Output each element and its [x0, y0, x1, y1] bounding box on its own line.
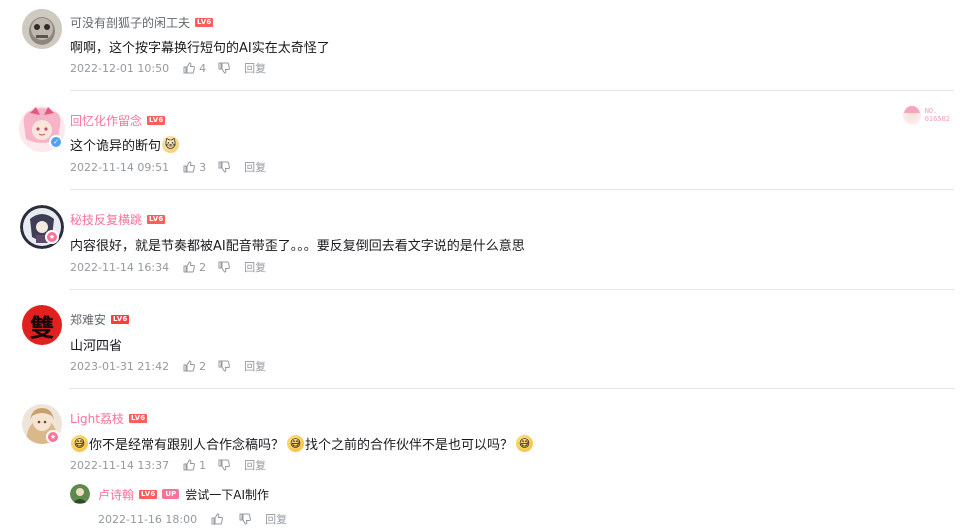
divider: [70, 388, 954, 389]
comment-info: 2022-11-14 16:34 2 回复: [70, 259, 266, 275]
fan-card[interactable]: NO. 016582: [901, 104, 950, 126]
sub-reply-info: 2022-11-16 18:00 回复: [98, 511, 287, 527]
username[interactable]: 郑难安: [70, 311, 106, 328]
username[interactable]: Light荔枝: [70, 410, 124, 427]
thumbs-down-icon: [218, 459, 231, 471]
thumbs-up-icon: [183, 360, 196, 372]
username[interactable]: 回忆化作留念: [70, 112, 142, 129]
level-badge: LV6: [195, 17, 214, 27]
comment-header: 秘技反复横跳 LV6: [70, 211, 166, 228]
reply-button[interactable]: 回复: [265, 511, 287, 527]
thumbs-down-icon: [218, 261, 231, 273]
comment-header: 回忆化作留念 LV6: [70, 112, 166, 129]
like-button[interactable]: 2: [183, 360, 206, 373]
comment-text: 😅 你不是经常有跟别人合作念稿吗？ 😅 找个之前的合作伙伴不是也可以吗？ 😅: [70, 434, 534, 453]
divider: [70, 189, 954, 190]
avatar-character: 雙: [30, 312, 54, 342]
avatar[interactable]: 雙: [22, 305, 62, 345]
user-badge-icon: ★: [45, 230, 59, 244]
comment-text-part1: 你不是经常有跟别人合作念稿吗？: [89, 438, 285, 453]
dislike-button[interactable]: [218, 62, 231, 74]
avatar[interactable]: [70, 484, 90, 504]
like-button[interactable]: 3: [183, 161, 206, 174]
emoji-face-icon: 😅: [287, 435, 305, 452]
thumbs-up-icon: [183, 261, 196, 273]
thumbs-up-icon: [183, 459, 196, 471]
level-badge: LV6: [128, 413, 148, 423]
like-count: 2: [199, 260, 207, 274]
comment-time: 2022-11-14 09:51: [70, 160, 170, 174]
fan-card-avatar-icon: [902, 106, 921, 124]
comment-time: 2022-11-16 18:00: [98, 512, 198, 526]
reply-button[interactable]: 回复: [244, 457, 266, 473]
sub-reply-header: 卢诗翰 LV6 UP 尝试一下AI制作: [98, 486, 269, 502]
thumbs-down-icon: [239, 513, 252, 525]
like-button[interactable]: 4: [183, 62, 206, 75]
dislike-button[interactable]: [218, 261, 231, 273]
comment-header: 可没有剖狐子的闲工夫 LV6: [70, 14, 214, 31]
fan-number-label: NO.: [924, 107, 938, 115]
comment-text: 内容很好，就是节奏都被AI配音带歪了。。。要反复倒回去看文字说的是什么意思: [70, 239, 525, 254]
divider: [70, 289, 954, 290]
up-badge: UP: [162, 489, 180, 499]
user-badge-icon: ★: [46, 430, 60, 444]
like-button[interactable]: [211, 513, 227, 525]
reply-button[interactable]: 回复: [244, 159, 266, 175]
dislike-button[interactable]: [218, 459, 231, 471]
reply-button[interactable]: 回复: [244, 60, 266, 76]
like-button[interactable]: 2: [183, 261, 206, 274]
comment-text-body: 这个诡异的断句: [70, 139, 162, 154]
comment-text: 这个诡异的断句 🐱: [70, 135, 180, 154]
thumbs-down-icon: [218, 62, 231, 74]
dislike-button[interactable]: [239, 513, 252, 525]
level-badge: LV6: [147, 115, 166, 125]
fan-number: 016582: [924, 115, 950, 123]
thumbs-down-icon: [218, 360, 231, 372]
comment-text-part2: 找个之前的合作伙伴不是也可以吗？: [305, 438, 514, 453]
thumbs-down-icon: [218, 161, 231, 173]
comment-text: 啊啊，这个按字幕换行短句的AI实在太奇怪了: [70, 41, 330, 56]
comment-time: 2023-01-31 21:42: [70, 359, 170, 373]
comment-info: 2022-11-14 13:37 1 回复: [70, 457, 266, 473]
comment-info: 2023-01-31 21:42 2 回复: [70, 358, 266, 374]
comment-info: 2022-12-01 10:50 4 回复: [70, 60, 266, 76]
comment-time: 2022-12-01 10:50: [70, 61, 170, 75]
sub-reply-text: 尝试一下AI制作: [185, 487, 269, 502]
like-count: 3: [199, 160, 207, 174]
comment-time: 2022-11-14 16:34: [70, 260, 170, 274]
reply-button[interactable]: 回复: [244, 358, 266, 374]
verified-badge-icon: ✓: [49, 135, 63, 149]
like-count: 1: [199, 458, 207, 472]
comment-text: 山河四省: [70, 339, 123, 354]
dislike-button[interactable]: [218, 161, 231, 173]
avatar[interactable]: [20, 205, 64, 249]
emoji-face-icon: 🐱: [162, 136, 180, 153]
emoji-face-icon: 😅: [71, 435, 88, 452]
comment-time: 2022-11-14 13:37: [70, 458, 170, 472]
reply-button[interactable]: 回复: [244, 259, 266, 275]
thumbs-up-icon: [211, 513, 224, 525]
thumbs-up-icon: [183, 62, 196, 74]
username[interactable]: 卢诗翰: [98, 486, 134, 503]
username[interactable]: 秘技反复横跳: [70, 211, 142, 228]
comment-info: 2022-11-14 09:51 3 回复: [70, 159, 266, 175]
username[interactable]: 可没有剖狐子的闲工夫: [70, 14, 190, 31]
level-badge: LV6: [139, 489, 158, 499]
level-badge: LV6: [147, 214, 166, 224]
divider: [70, 90, 954, 91]
emoji-face-icon: 😅: [516, 435, 534, 452]
comment-header: Light荔枝 LV6: [70, 410, 148, 427]
comment-header: 郑难安 LV6: [70, 311, 130, 328]
like-button[interactable]: 1: [183, 459, 206, 472]
thumbs-up-icon: [183, 161, 196, 173]
avatar[interactable]: [22, 9, 62, 49]
dislike-button[interactable]: [218, 360, 231, 372]
like-count: 4: [199, 61, 207, 75]
like-count: 2: [199, 359, 207, 373]
level-badge: LV6: [111, 314, 130, 324]
